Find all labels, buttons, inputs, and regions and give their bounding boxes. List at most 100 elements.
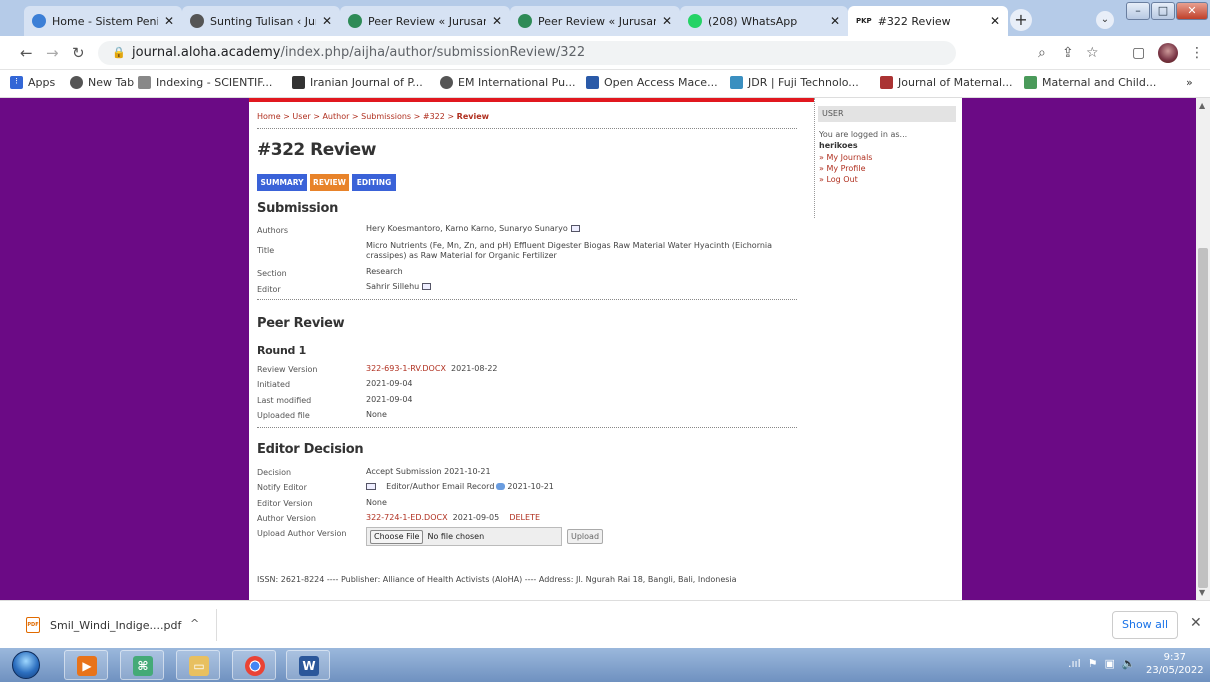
logged-in-text: You are logged in as... [819, 130, 908, 139]
editor-value: Sahrir Sillehu [366, 282, 432, 292]
tab-editing[interactable]: EDITING [352, 174, 396, 191]
tab-summary[interactable]: SUMMARY [257, 174, 307, 191]
bookmark-item[interactable]: Open Access Mace... [586, 76, 718, 89]
log-out-link[interactable]: » Log Out [819, 175, 858, 184]
email-icon[interactable] [570, 225, 580, 232]
chevron-up-icon[interactable]: ^ [190, 617, 199, 630]
scroll-down-icon[interactable]: ▼ [1199, 588, 1205, 597]
tab-review[interactable]: REVIEW [310, 174, 349, 191]
back-icon[interactable]: ← [20, 44, 33, 62]
author-version-value: 322-724-1-ED.DOCX 2021-09-05 DELETE [366, 513, 541, 522]
maximize-button[interactable]: □ [1151, 2, 1175, 20]
taskbar-app[interactable]: W [286, 650, 330, 680]
last-modified-value: 2021-09-04 [366, 395, 413, 404]
url-bar[interactable]: 🔒 journal.aloha.academy/index.php/aijha/… [98, 41, 956, 65]
my-profile-link[interactable]: » My Profile [819, 164, 866, 173]
browser-tab-active[interactable]: PKP #322 Review ✕ [848, 6, 1008, 36]
tab-search-button[interactable]: ⌄ [1096, 11, 1114, 29]
bookmark-item[interactable]: EM International Pu... [440, 76, 576, 89]
sidepanel-icon[interactable]: ▢ [1132, 45, 1145, 61]
scroll-thumb[interactable] [1198, 248, 1208, 588]
clock[interactable]: 9:37 23/05/2022 [1146, 651, 1204, 677]
system-tray[interactable]: .ııl ⚑ ▣ 🔈 [1068, 657, 1136, 670]
field-label: Initiated [257, 380, 291, 389]
close-icon[interactable]: ✕ [830, 14, 840, 28]
email-icon[interactable] [422, 283, 432, 290]
divider [257, 128, 797, 129]
close-icon[interactable]: ✕ [322, 14, 332, 28]
divider [257, 427, 797, 428]
close-icon[interactable]: ✕ [662, 14, 672, 28]
pkp-icon: PKP [856, 17, 872, 25]
star-icon[interactable]: ☆ [1086, 45, 1099, 61]
choose-file-button[interactable]: Choose File [370, 530, 424, 544]
bookmark-apps[interactable]: ⁝ Apps [10, 76, 55, 89]
avatar[interactable] [1158, 43, 1178, 63]
comment-icon[interactable] [496, 483, 506, 490]
page-scrollbar[interactable]: ▲ ▼ [1196, 98, 1210, 600]
close-icon[interactable]: ✕ [492, 14, 502, 28]
close-icon[interactable]: ✕ [1190, 615, 1202, 631]
upload-button[interactable]: Upload [567, 529, 603, 544]
bookmark-item[interactable]: Maternal and Child... [1024, 76, 1156, 89]
lock-icon: 🔒 [112, 46, 126, 59]
email-icon[interactable] [366, 483, 376, 490]
minimize-button[interactable]: – [1126, 2, 1150, 20]
browser-tab[interactable]: Sunting Tulisan ‹ Jurusan ✕ [182, 6, 340, 36]
network-diagram-icon: ⌘ [133, 656, 153, 676]
taskbar-app[interactable]: ▭ [176, 650, 220, 680]
folder-icon: ▭ [189, 656, 209, 676]
taskbar-app[interactable]: ▶ [64, 650, 108, 680]
tab-title: Home - Sistem Penilaian [52, 14, 158, 28]
url-path: /index.php/aijha/author/submissionReview… [280, 45, 586, 60]
initiated-value: 2021-09-04 [366, 379, 413, 388]
bookmarks-more[interactable]: » [1186, 76, 1193, 89]
bookmark-item[interactable]: Iranian Journal of P... [292, 76, 423, 89]
browser-tab[interactable]: Peer Review « Jurusan I ✕ [340, 6, 510, 36]
burst-icon [348, 14, 362, 28]
file-input[interactable]: Choose File No file chosen [366, 527, 562, 546]
bookmark-item[interactable]: Indexing - SCIENTIF... [138, 76, 272, 89]
field-label: Notify Editor [257, 483, 307, 492]
review-version-link[interactable]: 322-693-1-RV.DOCX [366, 364, 446, 373]
delete-link[interactable]: DELETE [509, 513, 540, 522]
bookmarks-bar: ⁝ Apps New Tab Indexing - SCIENTIF... Ira… [0, 70, 1210, 98]
leaf-icon [1024, 76, 1037, 89]
taskbar-app[interactable] [232, 650, 276, 680]
forward-icon[interactable]: → [46, 44, 59, 62]
download-item[interactable]: Smil_Windi_Indige....pdf [50, 619, 181, 632]
globe-icon [190, 14, 204, 28]
menu-icon[interactable]: ⋮ [1190, 45, 1204, 61]
downloads-bar: PDF Smil_Windi_Indige....pdf ^ Show all … [0, 600, 1210, 648]
my-journals-link[interactable]: » My Journals [819, 153, 872, 162]
show-all-button[interactable]: Show all [1112, 611, 1178, 639]
reload-icon[interactable]: ↻ [72, 44, 85, 62]
close-icon[interactable]: ✕ [990, 14, 1000, 28]
zoom-icon[interactable]: ⌕ [1038, 45, 1046, 61]
browser-tab[interactable]: Home - Sistem Penilaian ✕ [24, 6, 182, 36]
scroll-up-icon[interactable]: ▲ [1199, 101, 1205, 110]
browser-tab[interactable]: Peer Review « Jurusan I ✕ [510, 6, 680, 36]
author-version-link[interactable]: 322-724-1-ED.DOCX [366, 513, 448, 522]
field-label: Last modified [257, 396, 312, 405]
close-window-button[interactable]: ✕ [1176, 2, 1208, 20]
divider [257, 299, 797, 300]
close-icon[interactable]: ✕ [164, 14, 174, 28]
field-label: Upload Author Version [257, 529, 347, 538]
start-button[interactable] [12, 651, 40, 679]
burst-icon [518, 14, 532, 28]
divider [216, 609, 217, 641]
new-tab-button[interactable]: + [1010, 9, 1032, 31]
bookmark-item[interactable]: JDR | Fuji Technolo... [730, 76, 859, 89]
breadcrumb[interactable]: Home > User > Author > Submissions > #32… [257, 112, 489, 121]
browser-tab[interactable]: (208) WhatsApp ✕ [680, 6, 848, 36]
editor-version-value: None [366, 498, 387, 507]
bookmark-item[interactable]: New Tab [70, 76, 134, 89]
share-icon[interactable]: ⇪ [1062, 45, 1074, 61]
bookmark-item[interactable]: Journal of Maternal... [880, 76, 1013, 89]
field-label: Editor Version [257, 499, 313, 508]
title-value: Micro Nutrients (Fe, Mn, Zn, and pH) Eff… [366, 241, 773, 260]
tab-title: #322 Review [877, 14, 951, 28]
taskbar-app[interactable]: ⌘ [120, 650, 164, 680]
apps-icon: ⁝ [10, 76, 23, 89]
